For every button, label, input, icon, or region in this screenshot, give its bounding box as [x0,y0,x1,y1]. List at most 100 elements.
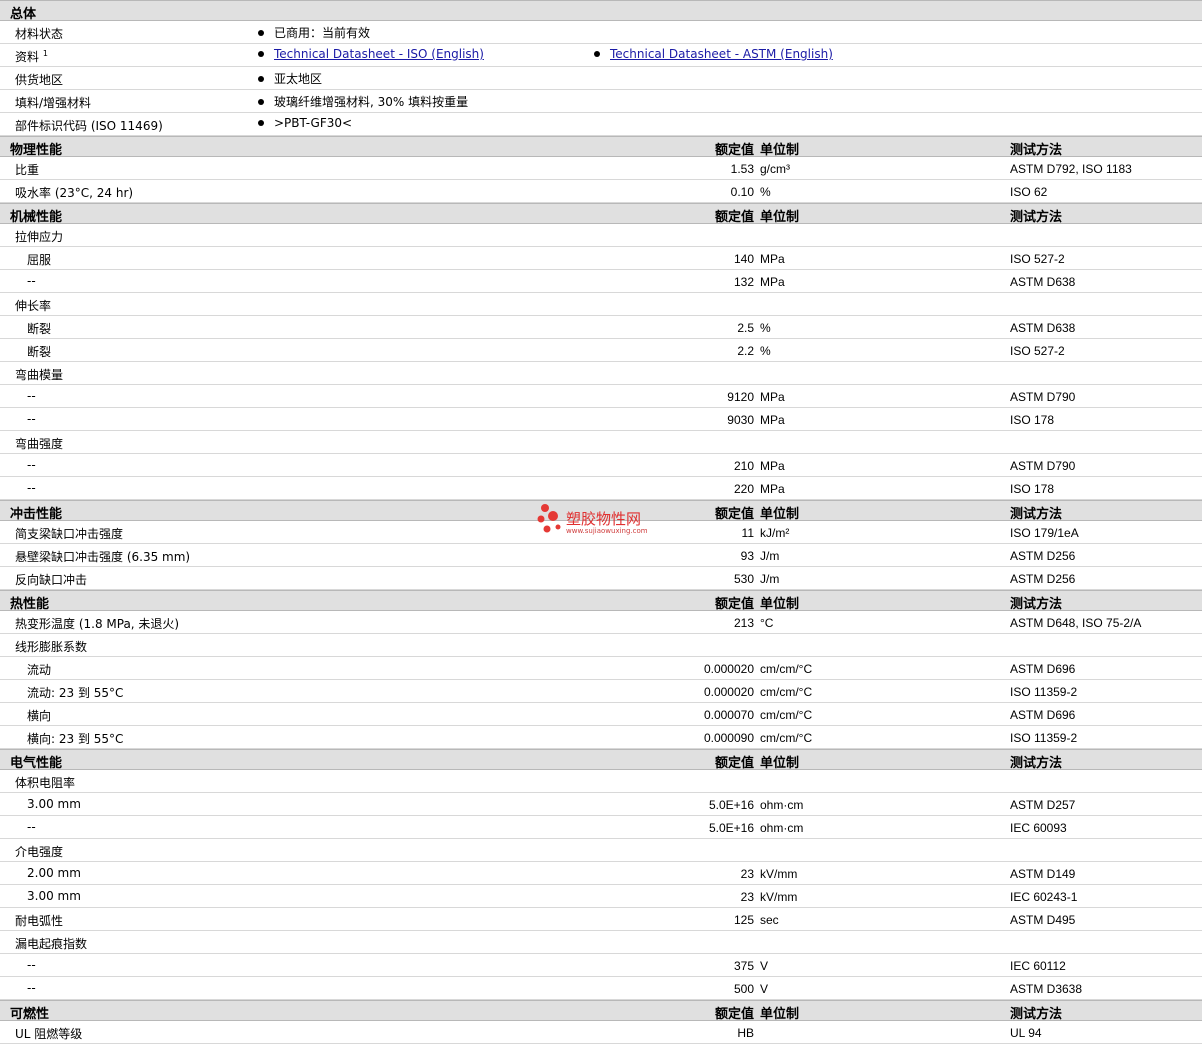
row-unit: % [760,185,771,199]
footnote-marker: 1 [42,49,48,58]
row-label: 资料 [15,50,40,64]
row-value: 375 [733,959,754,973]
group-row: 线形膨胀系数 [0,634,1202,657]
column-header-method: 测试方法 [1010,143,1063,158]
row-value: 0.000090 [703,731,754,745]
table-row: 耐电弧性 125 sec ASTM D495 [0,908,1202,931]
column-header-value: 额定值 [714,507,754,522]
row-label: -- [27,412,36,426]
row-test-method: ASTM D149 [1010,867,1076,881]
table-row: 横向 0.000070 cm/cm/°C ASTM D696 [0,703,1202,726]
row-label: 伸长率 [15,299,52,313]
table-row: -- 5.0E+16 ohm·cm IEC 60093 [0,816,1202,839]
section-title: 物理性能 [10,143,63,158]
row-value: 亚太地区 [274,72,323,86]
row-value: 玻璃纤维增强材料, 30% 填料按重量 [274,95,469,109]
table-row: -- 132 MPa ASTM D638 [0,270,1202,293]
row-label: 简支梁缺口冲击强度 [15,527,124,541]
row-label: 屈服 [27,253,52,267]
row-test-method: ASTM D256 [1010,572,1076,586]
row-test-method: ASTM D256 [1010,549,1076,563]
row-label: 3.00 mm [27,889,81,903]
row-unit: cm/cm/°C [760,662,813,676]
row-value: 2.5 [737,321,754,335]
table-row: 吸水率 (23°C, 24 hr) 0.10% ISO 62 [0,180,1202,203]
table-row: -- 210 MPa ASTM D790 [0,454,1202,477]
row-unit: kV/mm [760,867,798,881]
group-row: 弯曲模量 [0,362,1202,385]
row-unit: MPa [760,459,785,473]
row-test-method: ASTM D696 [1010,708,1076,722]
row-value: 11 [741,526,754,540]
table-row: 热变形温度 (1.8 MPa, 未退火) 213 °C ASTM D648, ISO … [0,611,1202,634]
section-header: 物理性能 额定值 单位制 测试方法 [0,136,1202,158]
row-test-method: ISO 11359-2 [1010,731,1078,745]
row-value: 500 [733,982,754,996]
row-label: 横向 [27,709,52,723]
row-unit: °C [760,616,774,630]
row-label: -- [27,481,36,495]
row-label: 3.00 mm [27,797,81,811]
section-header: 热性能 额定值 单位制 测试方法 [0,590,1202,612]
row-label: 比重 [15,163,40,177]
row-unit: % [760,344,771,358]
row-value: 0.000020 [703,662,754,676]
astm-datasheet-link[interactable]: Technical Datasheet - ASTM (English) [610,47,833,61]
row-label: 2.00 mm [27,866,81,880]
row-value: 5.0E+16 [708,798,754,812]
table-row: 3.00 mm 23 kV/mm IEC 60243-1 [0,885,1202,908]
row-unit: cm/cm/°C [760,685,813,699]
row-test-method: IEC 60243-1 [1010,890,1078,904]
row-label: 弯曲模量 [15,368,64,382]
iso-datasheet-link[interactable]: Technical Datasheet - ISO (English) [274,47,484,61]
row-unit: MPa [760,390,785,404]
row-test-method: ISO 11359-2 [1010,685,1078,699]
column-header-unit: 单位制 [760,756,800,771]
row-label: 反向缺口冲击 [15,573,88,587]
row-test-method: ASTM D257 [1010,798,1076,812]
column-header-method: 测试方法 [1010,597,1063,612]
row-value: 2.2 [737,344,754,358]
row-unit: cm/cm/°C [760,731,813,745]
row-value: 132 [733,275,754,289]
row-test-method: ASTM D648, ISO 75-2/A [1010,616,1142,630]
row-label: -- [27,820,36,834]
row-unit: kJ/m² [760,526,790,540]
row-unit: MPa [760,482,785,496]
row-label: 断裂 [27,345,52,359]
group-row: 拉伸应力 [0,224,1202,247]
row-test-method: ASTM D638 [1010,275,1076,289]
row-unit: kV/mm [760,890,798,904]
row-test-method: ISO 178 [1010,413,1055,427]
table-row: 流动: 23 到 55°C 0.000020 cm/cm/°C ISO 11359-2 [0,680,1202,703]
row-label: 漏电起痕指数 [15,937,88,951]
row-value: 已商用：当前有效 [274,26,371,40]
column-header-value: 额定值 [714,210,754,225]
column-header-unit: 单位制 [760,210,800,225]
bullet-icon [258,98,264,105]
row-test-method: IEC 60112 [1010,959,1066,973]
row-test-method: ASTM D495 [1010,913,1076,927]
column-header-method: 测试方法 [1010,756,1063,771]
watermark-text: 塑胶物性网 [566,510,642,528]
row-label: 耐电弧性 [15,914,64,928]
row-label: 悬壁梁缺口冲击强度 (6.35 mm) [15,550,191,564]
section-header: 可燃性 额定值 单位制 测试方法 [0,1000,1202,1022]
row-test-method: IEC 60093 [1010,821,1067,835]
row-test-method: ASTM D638 [1010,321,1076,335]
group-row: 介电强度 [0,839,1202,862]
section-title: 机械性能 [10,210,63,225]
row-test-method: ISO 527-2 [1010,252,1065,266]
section-header-general: 总体 [0,0,1202,22]
bullet-icon [594,50,600,57]
row-unit: ohm·cm [760,821,804,835]
row-value: 0.10 [730,185,754,199]
row-test-method: ASTM D792, ISO 1183 [1010,162,1132,176]
watermark-url: www.sujiaowuxing.com [566,527,648,535]
row-test-method: ASTM D790 [1010,390,1076,404]
table-row: -- 9030 MPa ISO 178 [0,408,1202,431]
row-label: -- [27,274,36,288]
row-availability: 供货地区 亚太地区 [0,67,1202,90]
column-header-method: 测试方法 [1010,210,1063,225]
row-label: 流动 [27,663,52,677]
